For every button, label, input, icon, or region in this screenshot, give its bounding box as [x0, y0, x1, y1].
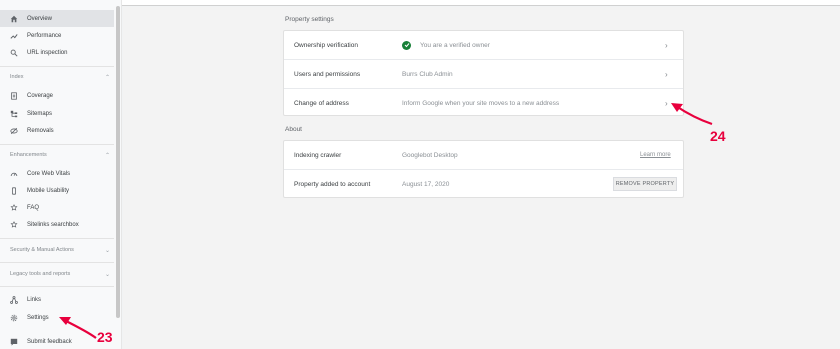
annotation-number-23: 23 — [97, 329, 113, 345]
annotation-arrows — [59, 103, 713, 339]
annotation-number-24: 24 — [710, 128, 726, 144]
annotation-arrow-23 — [59, 317, 97, 339]
annotation-arrow-24 — [671, 103, 713, 126]
